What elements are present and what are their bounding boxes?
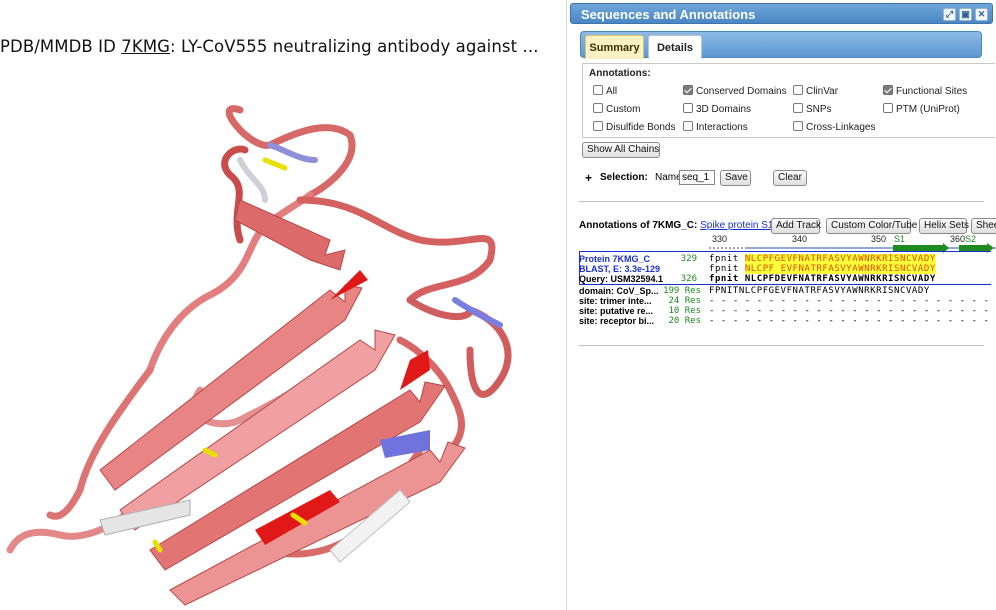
sequence-alignment[interactable]: Protein 7KMG_C 329 fpnit NLCPFGEVFNATRFA… (579, 252, 996, 332)
selection-label: Selection: (600, 172, 648, 183)
divider (579, 345, 984, 346)
selection-name-input[interactable] (679, 170, 715, 185)
checkbox-custom[interactable]: Custom (593, 103, 640, 116)
tab-summary[interactable]: Summary (585, 35, 644, 59)
protein-structure-viewer[interactable] (0, 90, 560, 610)
clear-button[interactable]: Clear (773, 170, 807, 186)
divider (579, 201, 984, 202)
ribbon-loop (406, 296, 512, 398)
title-prefix: PDB/MMDB ID (0, 37, 122, 56)
panel-header[interactable]: Sequences and Annotations ⤢ ▣ ✕ (570, 3, 993, 24)
add-selection-icon[interactable]: + (585, 171, 592, 185)
page-title: PDB/MMDB ID 7KMG: LY-CoV555 neutralizing… (0, 37, 539, 56)
helix-sets-button[interactable]: Helix Sets (919, 218, 969, 234)
custom-color-tube-button[interactable]: Custom Color/Tube (826, 218, 917, 234)
checkbox-snps[interactable]: SNPs (793, 103, 832, 116)
checkbox-all[interactable]: All (593, 85, 617, 98)
checkbox-conserved-domains[interactable]: Conserved Domains (683, 85, 787, 98)
pdb-id-link[interactable]: 7KMG (121, 37, 170, 56)
panel-title: Sequences and Annotations (581, 7, 756, 22)
show-all-chains-button[interactable]: Show All Chains (582, 142, 660, 158)
tab-bar: Summary Details (580, 31, 982, 59)
checkbox-ptm-uniprot[interactable]: PTM (UniProt) (883, 103, 960, 116)
ribbon-loop (267, 142, 318, 163)
checkbox-functional-sites[interactable]: Functional Sites (883, 85, 967, 98)
ribbon-loop (237, 157, 268, 203)
checkbox-clinvar[interactable]: ClinVar (793, 85, 838, 98)
ribbon-loop (296, 196, 496, 304)
sequences-annotations-panel: Sequences and Annotations ⤢ ▣ ✕ Summary … (566, 0, 996, 610)
ribbon-loop (452, 297, 503, 328)
tab-details[interactable]: Details (648, 35, 702, 59)
disulfide-bond (262, 157, 288, 171)
sheet-sets-button[interactable]: Sheet (971, 218, 996, 234)
spike-protein-link[interactable]: Spike protein S1 (700, 220, 773, 231)
add-track-button[interactable]: Add Track (771, 218, 821, 234)
expand-icon[interactable]: ⤢ (943, 8, 956, 21)
close-icon[interactable]: ✕ (975, 8, 988, 21)
annotations-box: Annotations: All Conserved Domains ClinV… (582, 63, 995, 138)
maximize-icon[interactable]: ▣ (959, 8, 972, 21)
checkbox-disulfide-bonds[interactable]: Disulfide Bonds (593, 121, 675, 134)
annotations-heading: Annotations: (589, 68, 651, 79)
annotations-of-heading: Annotations of 7KMG_C: Spike protein S1 (579, 220, 774, 231)
title-suffix: : LY-CoV555 neutralizing antibody agains… (170, 37, 539, 56)
save-button[interactable]: Save (720, 170, 751, 186)
checkbox-3d-domains[interactable]: 3D Domains (683, 103, 751, 116)
checkbox-cross-linkages[interactable]: Cross-Linkages (793, 121, 875, 134)
checkbox-interactions[interactable]: Interactions (683, 121, 748, 134)
